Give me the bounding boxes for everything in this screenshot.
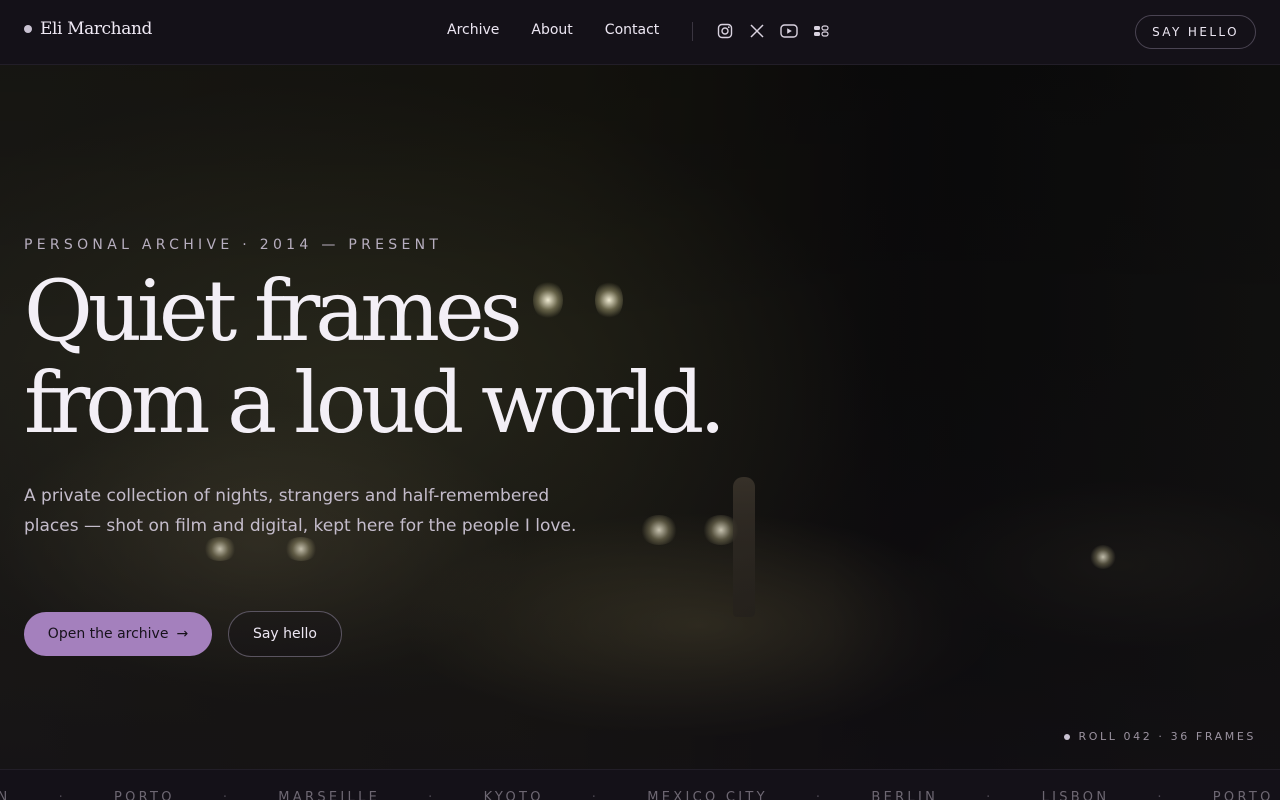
- ticker-item: KYOTO: [483, 790, 544, 800]
- ticker-item: ON: [0, 790, 11, 800]
- nav-divider: [692, 22, 693, 41]
- hero-headline: Quiet frames from a loud world.: [24, 265, 784, 449]
- ticker-separator: ·: [986, 790, 994, 800]
- open-archive-label: Open the archive: [47, 626, 169, 642]
- nav-link-archive[interactable]: Archive: [447, 22, 499, 38]
- ticker-item: BERLIN: [871, 790, 939, 800]
- roll-indicator: ROLL 042 · 36 FRAMES: [1064, 730, 1256, 743]
- ticker-separator: ·: [58, 790, 66, 800]
- open-archive-button[interactable]: Open the archive →: [24, 612, 212, 656]
- roll-dot-icon: [1064, 733, 1071, 740]
- nav-link-about[interactable]: About: [531, 22, 572, 38]
- ticker-item: PORTO: [114, 790, 175, 800]
- brand-dot-icon: [24, 25, 32, 33]
- instagram-icon[interactable]: [716, 22, 734, 40]
- roll-indicator-text: ROLL 042 · 36 FRAMES: [1078, 730, 1256, 743]
- hero: PERSONAL ARCHIVE · 2014 — PRESENT Quiet …: [0, 65, 1280, 769]
- brand[interactable]: Eli Marchand: [24, 19, 152, 39]
- ticker-separator: ·: [591, 790, 600, 800]
- ticker-item: MARSEILLE: [278, 790, 381, 800]
- ticker-separator: ·: [815, 790, 824, 800]
- ticker-item: PORTO: [1212, 790, 1274, 800]
- nav-link-contact[interactable]: Contact: [605, 22, 659, 38]
- ticker-separator: ·: [1157, 790, 1165, 800]
- arrow-right-icon: →: [176, 626, 189, 642]
- brand-name: Eli Marchand: [40, 19, 152, 39]
- say-hello-nav-button[interactable]: SAY HELLO: [1135, 15, 1256, 49]
- hero-headline-line-2: from a loud world.: [24, 354, 726, 452]
- social-links: [716, 22, 844, 40]
- ticker-item: LISBON: [1041, 790, 1110, 800]
- nav-links: Archive About Contact: [447, 22, 659, 38]
- ticker-track: ON · PORTO · MARSEILLE · KYOTO · MEXICO …: [0, 790, 1280, 800]
- say-hello-button[interactable]: Say hello: [228, 611, 342, 657]
- city-ticker: ON · PORTO · MARSEILLE · KYOTO · MEXICO …: [0, 769, 1280, 800]
- hero-eyebrow: PERSONAL ARCHIVE · 2014 — PRESENT: [24, 237, 443, 253]
- ticker-separator: ·: [428, 790, 436, 800]
- ticker-item: MEXICO CITY: [647, 790, 768, 800]
- flickr-icon[interactable]: [812, 22, 830, 40]
- youtube-icon[interactable]: [780, 22, 798, 40]
- x-icon[interactable]: [748, 22, 766, 40]
- ticker-separator: ·: [222, 790, 231, 800]
- hero-headline-line-1: Quiet frames: [24, 262, 523, 360]
- top-nav: Eli Marchand Archive About Contact SAY H…: [0, 0, 1280, 65]
- hero-lede: A private collection of nights, stranger…: [24, 486, 577, 536]
